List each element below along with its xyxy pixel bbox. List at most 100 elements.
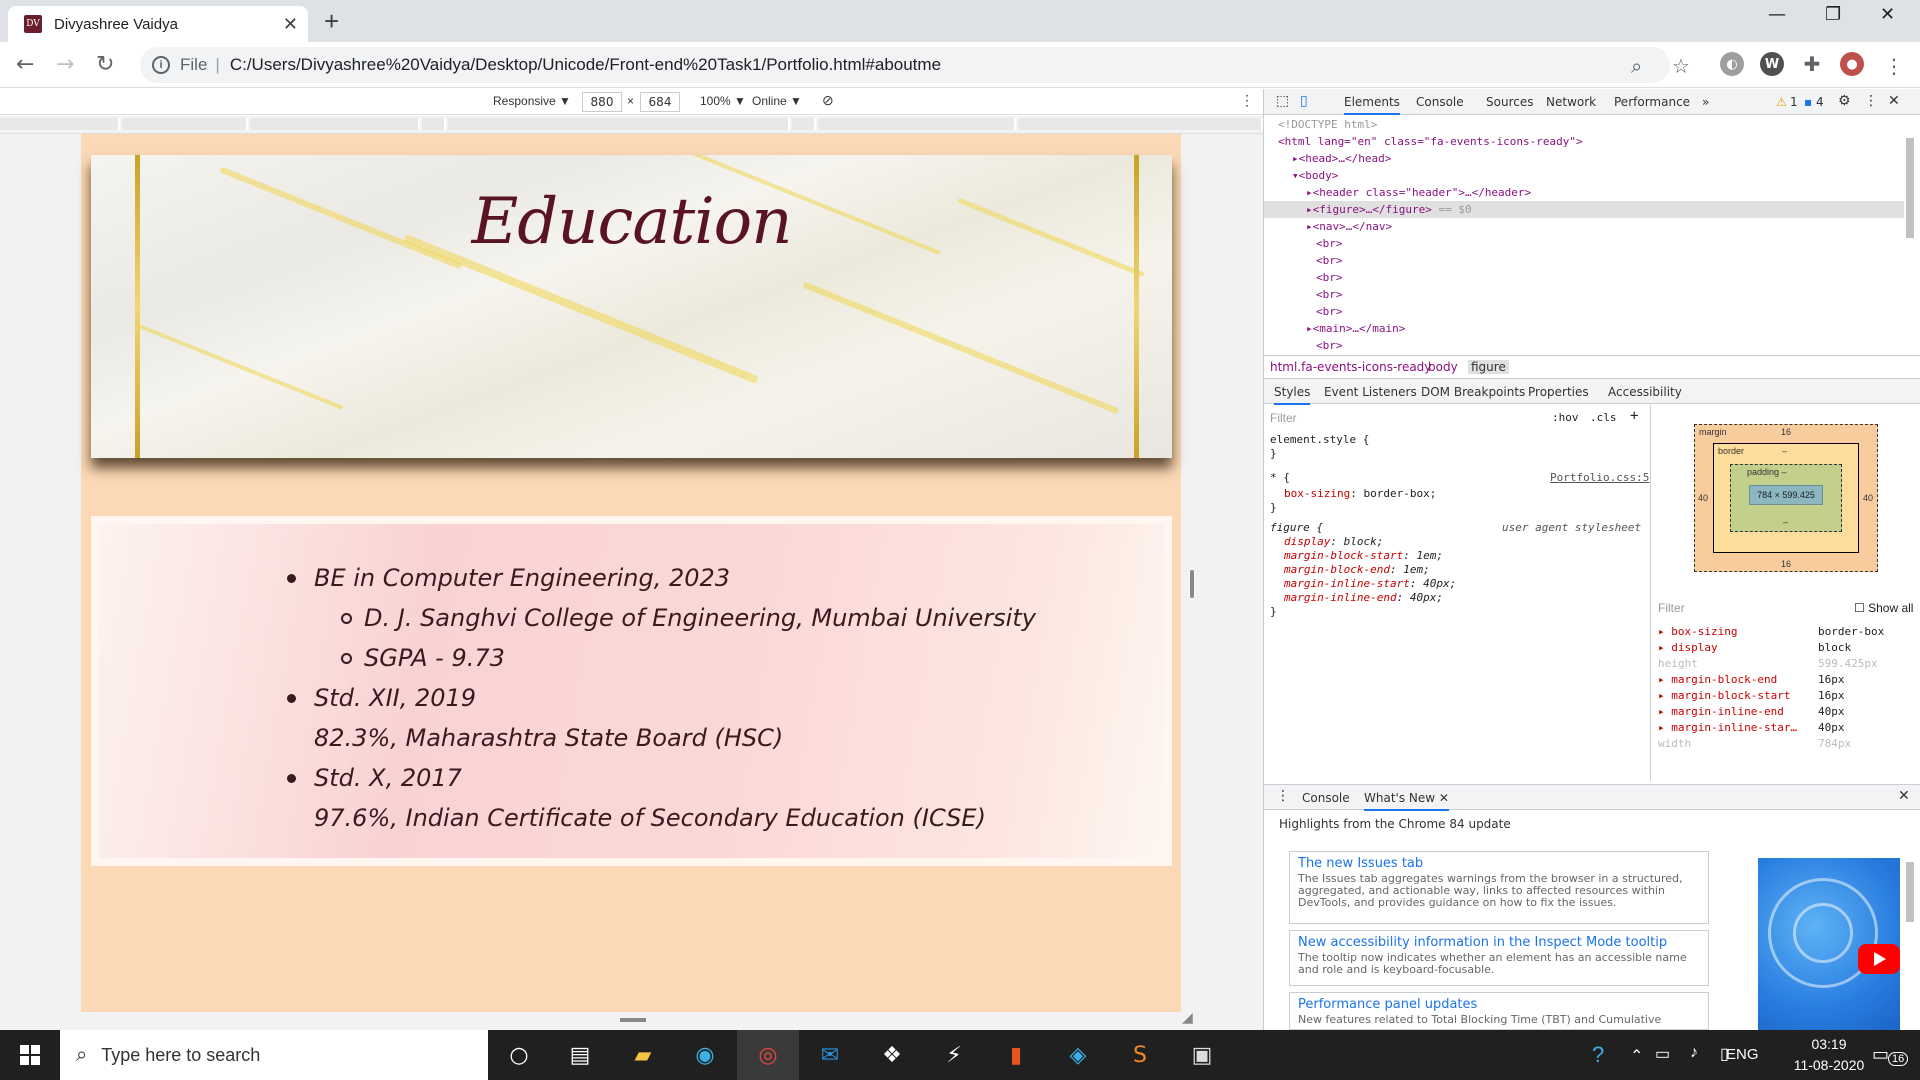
- close-window-icon[interactable]: ✕: [1880, 4, 1895, 25]
- extension-icon-1[interactable]: ◐: [1720, 52, 1744, 76]
- extensions-puzzle-icon[interactable]: ✚: [1800, 52, 1824, 76]
- style-property[interactable]: margin-inline-start: 40px;: [1284, 577, 1456, 590]
- resize-corner-icon[interactable]: ◢: [1182, 1010, 1193, 1026]
- margin-left-value[interactable]: 40: [1698, 493, 1708, 503]
- edge-icon[interactable]: ◉: [689, 1040, 721, 1070]
- breadcrumb-item[interactable]: body: [1428, 360, 1458, 374]
- whats-new-card[interactable]: Performance panel updates New features r…: [1289, 992, 1709, 1030]
- back-arrow-icon[interactable]: ←: [16, 52, 34, 77]
- resize-handle-bottom[interactable]: [620, 1018, 646, 1022]
- zoom-select[interactable]: 100% ▼: [700, 94, 746, 108]
- cortana-icon[interactable]: ○: [503, 1040, 535, 1070]
- device-toggle-icon[interactable]: ▯: [1300, 93, 1308, 109]
- whats-new-card[interactable]: New accessibility information in the Ins…: [1289, 930, 1709, 986]
- sublime-text-icon[interactable]: S: [1124, 1040, 1156, 1070]
- computed-row[interactable]: width 784px: [1658, 737, 1920, 750]
- margin-bottom-value[interactable]: 16: [1781, 559, 1791, 569]
- extension-w-icon[interactable]: W: [1760, 52, 1784, 76]
- office-icon[interactable]: ▮: [1000, 1040, 1032, 1070]
- universal-selector[interactable]: * {: [1270, 471, 1290, 484]
- drawer-tab-whats-new[interactable]: What's New ✕: [1364, 791, 1449, 811]
- style-property[interactable]: margin-inline-end: 40px;: [1284, 591, 1443, 604]
- dom-tree-scrollbar[interactable]: [1904, 118, 1916, 258]
- zoom-magnifier-icon[interactable]: ⌕: [1631, 54, 1642, 78]
- dom-node[interactable]: ▸<nav>…</nav>: [1264, 218, 1904, 235]
- file-explorer-icon[interactable]: ▰: [627, 1040, 659, 1070]
- tab-performance[interactable]: Performance: [1614, 95, 1690, 109]
- dom-node[interactable]: <br>: [1264, 286, 1904, 303]
- whats-new-card-title[interactable]: New accessibility information in the Ins…: [1298, 935, 1700, 950]
- dom-node[interactable]: <br>: [1264, 252, 1904, 269]
- dom-node[interactable]: ▾<body>: [1264, 167, 1904, 184]
- element-style-selector[interactable]: element.style {: [1270, 433, 1369, 446]
- margin-right-value[interactable]: 40: [1863, 493, 1873, 503]
- forward-arrow-icon[interactable]: →: [56, 52, 74, 77]
- tab-sources[interactable]: Sources: [1486, 95, 1533, 109]
- tab-console[interactable]: Console: [1416, 95, 1464, 109]
- dom-node[interactable]: <br>: [1264, 269, 1904, 286]
- expand-triangle-icon[interactable]: ▸: [1306, 203, 1313, 216]
- rotate-icon[interactable]: ⊘: [822, 92, 834, 109]
- tray-expand-icon[interactable]: ⌃: [1630, 1046, 1643, 1066]
- clock-time[interactable]: 03:19: [1790, 1036, 1868, 1052]
- computed-row[interactable]: ▸ margin-block-end 16px: [1658, 673, 1920, 686]
- reload-icon[interactable]: ↻: [96, 52, 114, 77]
- visual-studio-code-icon[interactable]: ⚡: [938, 1040, 970, 1070]
- computed-row[interactable]: ▸ box-sizing border-box: [1658, 625, 1920, 638]
- style-property[interactable]: margin-block-start: 1em;: [1284, 549, 1443, 562]
- tab-accessibility[interactable]: Accessibility: [1608, 385, 1682, 399]
- drawer-close-icon[interactable]: ✕: [1898, 788, 1910, 804]
- url-text[interactable]: C:/Users/Divyashree%20Vaidya/Desktop/Uni…: [230, 55, 941, 75]
- tab-network[interactable]: Network: [1546, 95, 1596, 109]
- more-tabs-icon[interactable]: »: [1702, 95, 1709, 109]
- browser-tab[interactable]: DV Divyashree Vaidya ✕: [8, 6, 308, 42]
- dom-node[interactable]: <br>: [1264, 235, 1904, 252]
- inspect-element-icon[interactable]: ⬚: [1276, 93, 1289, 109]
- tab-styles[interactable]: Styles: [1274, 385, 1311, 405]
- chrome-icon[interactable]: ◎: [752, 1040, 784, 1070]
- resize-handle-right[interactable]: [1190, 570, 1194, 598]
- maximize-window-icon[interactable]: ❐: [1825, 4, 1841, 25]
- devtools-menu-icon[interactable]: ⋮: [1864, 93, 1878, 109]
- volume-icon[interactable]: ♪: [1690, 1044, 1698, 1062]
- border-value[interactable]: –: [1782, 446, 1787, 456]
- tab-event-listeners[interactable]: Event Listeners: [1324, 385, 1417, 399]
- computed-row[interactable]: height 599.425px: [1658, 657, 1920, 670]
- dom-node[interactable]: <br>: [1264, 337, 1904, 354]
- dom-node[interactable]: ▸<main>…</main>: [1264, 320, 1904, 337]
- computed-row[interactable]: ▸ display block: [1658, 641, 1920, 654]
- devtools-settings-gear-icon[interactable]: ⚙: [1838, 93, 1851, 109]
- dom-node[interactable]: <br>: [1264, 303, 1904, 320]
- expand-triangle-icon[interactable]: ▸: [1306, 220, 1313, 233]
- whats-new-card[interactable]: The new Issues tab The Issues tab aggreg…: [1289, 851, 1709, 924]
- viewport-height-input[interactable]: 684: [640, 92, 680, 112]
- mail-icon[interactable]: ✉: [814, 1040, 846, 1070]
- terminal-icon[interactable]: ▣: [1186, 1040, 1218, 1070]
- tab-dom-breakpoints[interactable]: DOM Breakpoints: [1421, 385, 1525, 399]
- dom-node[interactable]: <html lang="en" class="fa-events-icons-r…: [1264, 133, 1904, 150]
- dropbox-icon[interactable]: ❖: [876, 1040, 908, 1070]
- expand-triangle-icon[interactable]: ▸: [1306, 186, 1313, 199]
- expand-triangle-icon[interactable]: ▸: [1292, 152, 1299, 165]
- browser-menu-icon[interactable]: ⋮: [1884, 54, 1904, 78]
- whats-new-card-title[interactable]: Performance panel updates: [1298, 997, 1700, 1012]
- throttle-select[interactable]: Online ▼: [752, 94, 802, 108]
- taskbar-search-input[interactable]: ⌕ Type here to search: [60, 1030, 488, 1080]
- device-toolbar-menu-icon[interactable]: ⋮: [1240, 92, 1254, 109]
- breadcrumb-item-active[interactable]: figure: [1468, 360, 1509, 374]
- bookmark-star-icon[interactable]: ☆: [1672, 54, 1690, 78]
- help-icon[interactable]: ?: [1592, 1042, 1604, 1068]
- tab-elements[interactable]: Elements: [1344, 95, 1400, 115]
- hov-toggle[interactable]: :hov: [1552, 411, 1579, 424]
- clock-date[interactable]: 11-08-2020: [1772, 1057, 1886, 1073]
- margin-top-value[interactable]: 16: [1781, 427, 1791, 437]
- drawer-tab-console[interactable]: Console: [1302, 791, 1350, 805]
- action-center-button[interactable]: ▭ 16: [1872, 1042, 1912, 1068]
- message-icon[interactable]: ▪: [1804, 95, 1812, 109]
- close-tab-icon[interactable]: ✕: [283, 14, 298, 35]
- youtube-play-icon[interactable]: [1858, 944, 1900, 974]
- task-view-icon[interactable]: ▤: [564, 1040, 596, 1070]
- new-style-rule-button[interactable]: +: [1630, 408, 1638, 424]
- media-query-ruler[interactable]: [0, 116, 1263, 134]
- close-whats-new-icon[interactable]: ✕: [1439, 791, 1449, 805]
